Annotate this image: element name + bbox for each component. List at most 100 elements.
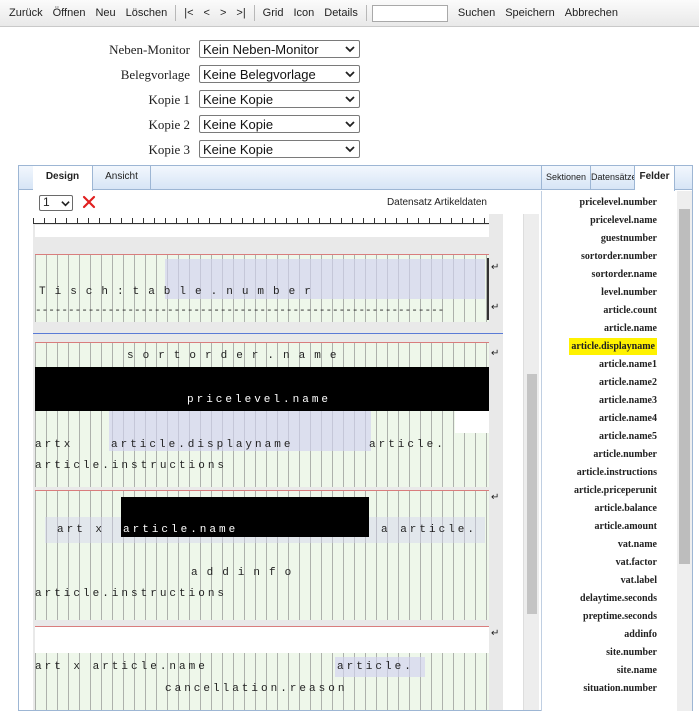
field-a-article[interactable]: a article.: [381, 524, 477, 536]
first-record-button[interactable]: |<: [179, 3, 198, 23]
scrollbar-thumb[interactable]: [527, 374, 537, 614]
field-list-item[interactable]: preptime.seconds: [583, 608, 657, 625]
kopie-2-select[interactable]: Keine Kopie: [199, 115, 360, 133]
scrollbar-thumb[interactable]: [679, 209, 690, 564]
return-icon: ↵: [491, 492, 500, 503]
field-label: Kopie 2: [148, 117, 190, 132]
field-article-displayname[interactable]: article.displayname: [111, 439, 293, 451]
field-table-number[interactable]: Tisch:table.number: [39, 286, 320, 298]
band-resize-handle[interactable]: [487, 258, 489, 320]
previous-record-button[interactable]: <: [199, 3, 215, 23]
field-list-item[interactable]: article.count: [603, 302, 657, 319]
last-record-button[interactable]: >|: [231, 3, 250, 23]
field-list-item[interactable]: article.name5: [599, 428, 657, 445]
field-list-item[interactable]: vat.factor: [616, 554, 657, 571]
search-input[interactable]: [371, 4, 448, 22]
form-row-belegvorlage: Belegvorlage Keine Belegvorlage: [0, 65, 699, 85]
field-list-item[interactable]: vat.label: [621, 572, 657, 589]
field-list-item[interactable]: article.displayname: [569, 338, 657, 355]
grid-view-button[interactable]: Grid: [258, 3, 289, 23]
field-list-item[interactable]: addinfo: [624, 626, 657, 643]
field-art-x-article-name[interactable]: art x article.name: [35, 661, 208, 673]
field-list-item[interactable]: article.amount: [595, 518, 658, 535]
field-list-item[interactable]: article.name4: [599, 410, 657, 427]
delete-button[interactable]: Löschen: [121, 3, 173, 23]
cancel-button[interactable]: Abbrechen: [560, 3, 623, 23]
fields-scrollbar[interactable]: [677, 191, 692, 711]
band-article-name[interactable]: art x article.name a article. addinfo ar…: [35, 490, 489, 620]
return-icon: ↵: [491, 628, 500, 639]
field-list-item[interactable]: site.number: [606, 644, 657, 661]
next-record-button[interactable]: >: [215, 3, 231, 23]
field-art-x[interactable]: art x: [57, 524, 105, 536]
kopie-1-select[interactable]: Keine Kopie: [199, 90, 360, 108]
field-list-item[interactable]: pricelevel.number: [580, 194, 657, 211]
kopie-3-select[interactable]: Keine Kopie: [199, 140, 360, 158]
field-list-item[interactable]: article.name: [604, 320, 657, 337]
icon-view-button[interactable]: Icon: [288, 3, 319, 23]
field-article-name[interactable]: article.name: [123, 524, 238, 536]
open-button[interactable]: Öffnen: [48, 3, 91, 23]
tab-fields[interactable]: Felder: [635, 166, 675, 191]
field-list-item[interactable]: vat.name: [618, 536, 657, 553]
details-view-button[interactable]: Details: [319, 3, 363, 23]
field-list-item[interactable]: article.balance: [595, 500, 657, 517]
select-value: Keine Kopie: [203, 142, 274, 157]
return-icon: ↵: [491, 348, 500, 359]
select-value: Keine Kopie: [203, 92, 274, 107]
tab-design[interactable]: Design: [33, 166, 93, 191]
form-row-kopie-3: Kopie 3 Keine Kopie: [0, 140, 699, 160]
field-addinfo[interactable]: addinfo: [191, 567, 300, 579]
field-list-item[interactable]: article.instructions: [577, 464, 657, 481]
belegvorlage-select[interactable]: Keine Belegvorlage: [199, 65, 360, 83]
design-canvas[interactable]: Tisch:table.number ---------------------…: [33, 214, 503, 710]
field-list-item[interactable]: situation.number: [583, 680, 657, 697]
neben-monitor-select[interactable]: Kein Neben-Monitor: [199, 40, 360, 58]
band-table[interactable]: Tisch:table.number ---------------------…: [35, 254, 489, 322]
band-top-area: [35, 225, 489, 237]
chevron-down-icon: [345, 146, 355, 153]
page-select[interactable]: 1: [39, 195, 73, 211]
field-list-item[interactable]: article.name3: [599, 392, 657, 409]
tab-records[interactable]: Datensätze: [591, 166, 635, 190]
field-article-instructions[interactable]: article.instructions: [35, 588, 227, 600]
field-artx[interactable]: artx: [35, 439, 73, 451]
band-sortorder[interactable]: sortorder.name pricelevel.name artx arti…: [35, 342, 489, 487]
form-row-kopie-1: Kopie 1 Keine Kopie: [0, 90, 699, 110]
field-list-item[interactable]: pricelevel.name: [590, 212, 657, 229]
field-list-item[interactable]: sortorder.name: [592, 266, 657, 283]
field-label: Neben-Monitor: [109, 42, 190, 57]
field-list-item[interactable]: article.name1: [599, 356, 657, 373]
canvas-scrollbar[interactable]: [523, 214, 539, 710]
field-pricelevel-name[interactable]: pricelevel.name: [187, 394, 331, 406]
field-article[interactable]: article.: [337, 661, 414, 673]
chevron-down-icon: [345, 96, 355, 103]
field-list-item[interactable]: level.number: [601, 284, 657, 301]
band-cancellation[interactable]: art x article.name article. cancellation…: [35, 626, 489, 710]
save-button[interactable]: Speichern: [500, 3, 560, 23]
field-cancellation-reason[interactable]: cancellation.reason: [165, 683, 347, 695]
form-row-neben-monitor: Neben-Monitor Kein Neben-Monitor: [0, 40, 699, 60]
field-list-item[interactable]: article.priceperunit: [574, 482, 657, 499]
band-white-area: [455, 411, 489, 433]
band-separator: [33, 333, 503, 334]
tab-view[interactable]: Ansicht: [93, 166, 151, 190]
field-list-item[interactable]: guestnumber: [601, 230, 657, 247]
new-button[interactable]: Neu: [90, 3, 120, 23]
field-label: Kopie 1: [148, 92, 190, 107]
field-list-item[interactable]: article.name2: [599, 374, 657, 391]
field-list-item[interactable]: article.number: [593, 446, 657, 463]
field-article-instructions[interactable]: article.instructions: [35, 460, 227, 472]
field-list-item[interactable]: delaytime.seconds: [580, 590, 657, 607]
tab-sections[interactable]: Sektionen: [541, 166, 591, 190]
back-button[interactable]: Zurück: [4, 3, 48, 23]
field-list-item[interactable]: site.name: [617, 662, 657, 679]
field-article[interactable]: article.: [369, 439, 446, 451]
return-icon: ↵: [491, 302, 500, 313]
chevron-down-icon: [61, 201, 70, 207]
toolbar-divider: [175, 5, 177, 21]
search-button[interactable]: Suchen: [453, 3, 500, 23]
field-list-item[interactable]: sortorder.number: [581, 248, 657, 265]
field-sortorder-name[interactable]: sortorder.name: [127, 350, 345, 362]
close-icon[interactable]: [81, 194, 97, 210]
